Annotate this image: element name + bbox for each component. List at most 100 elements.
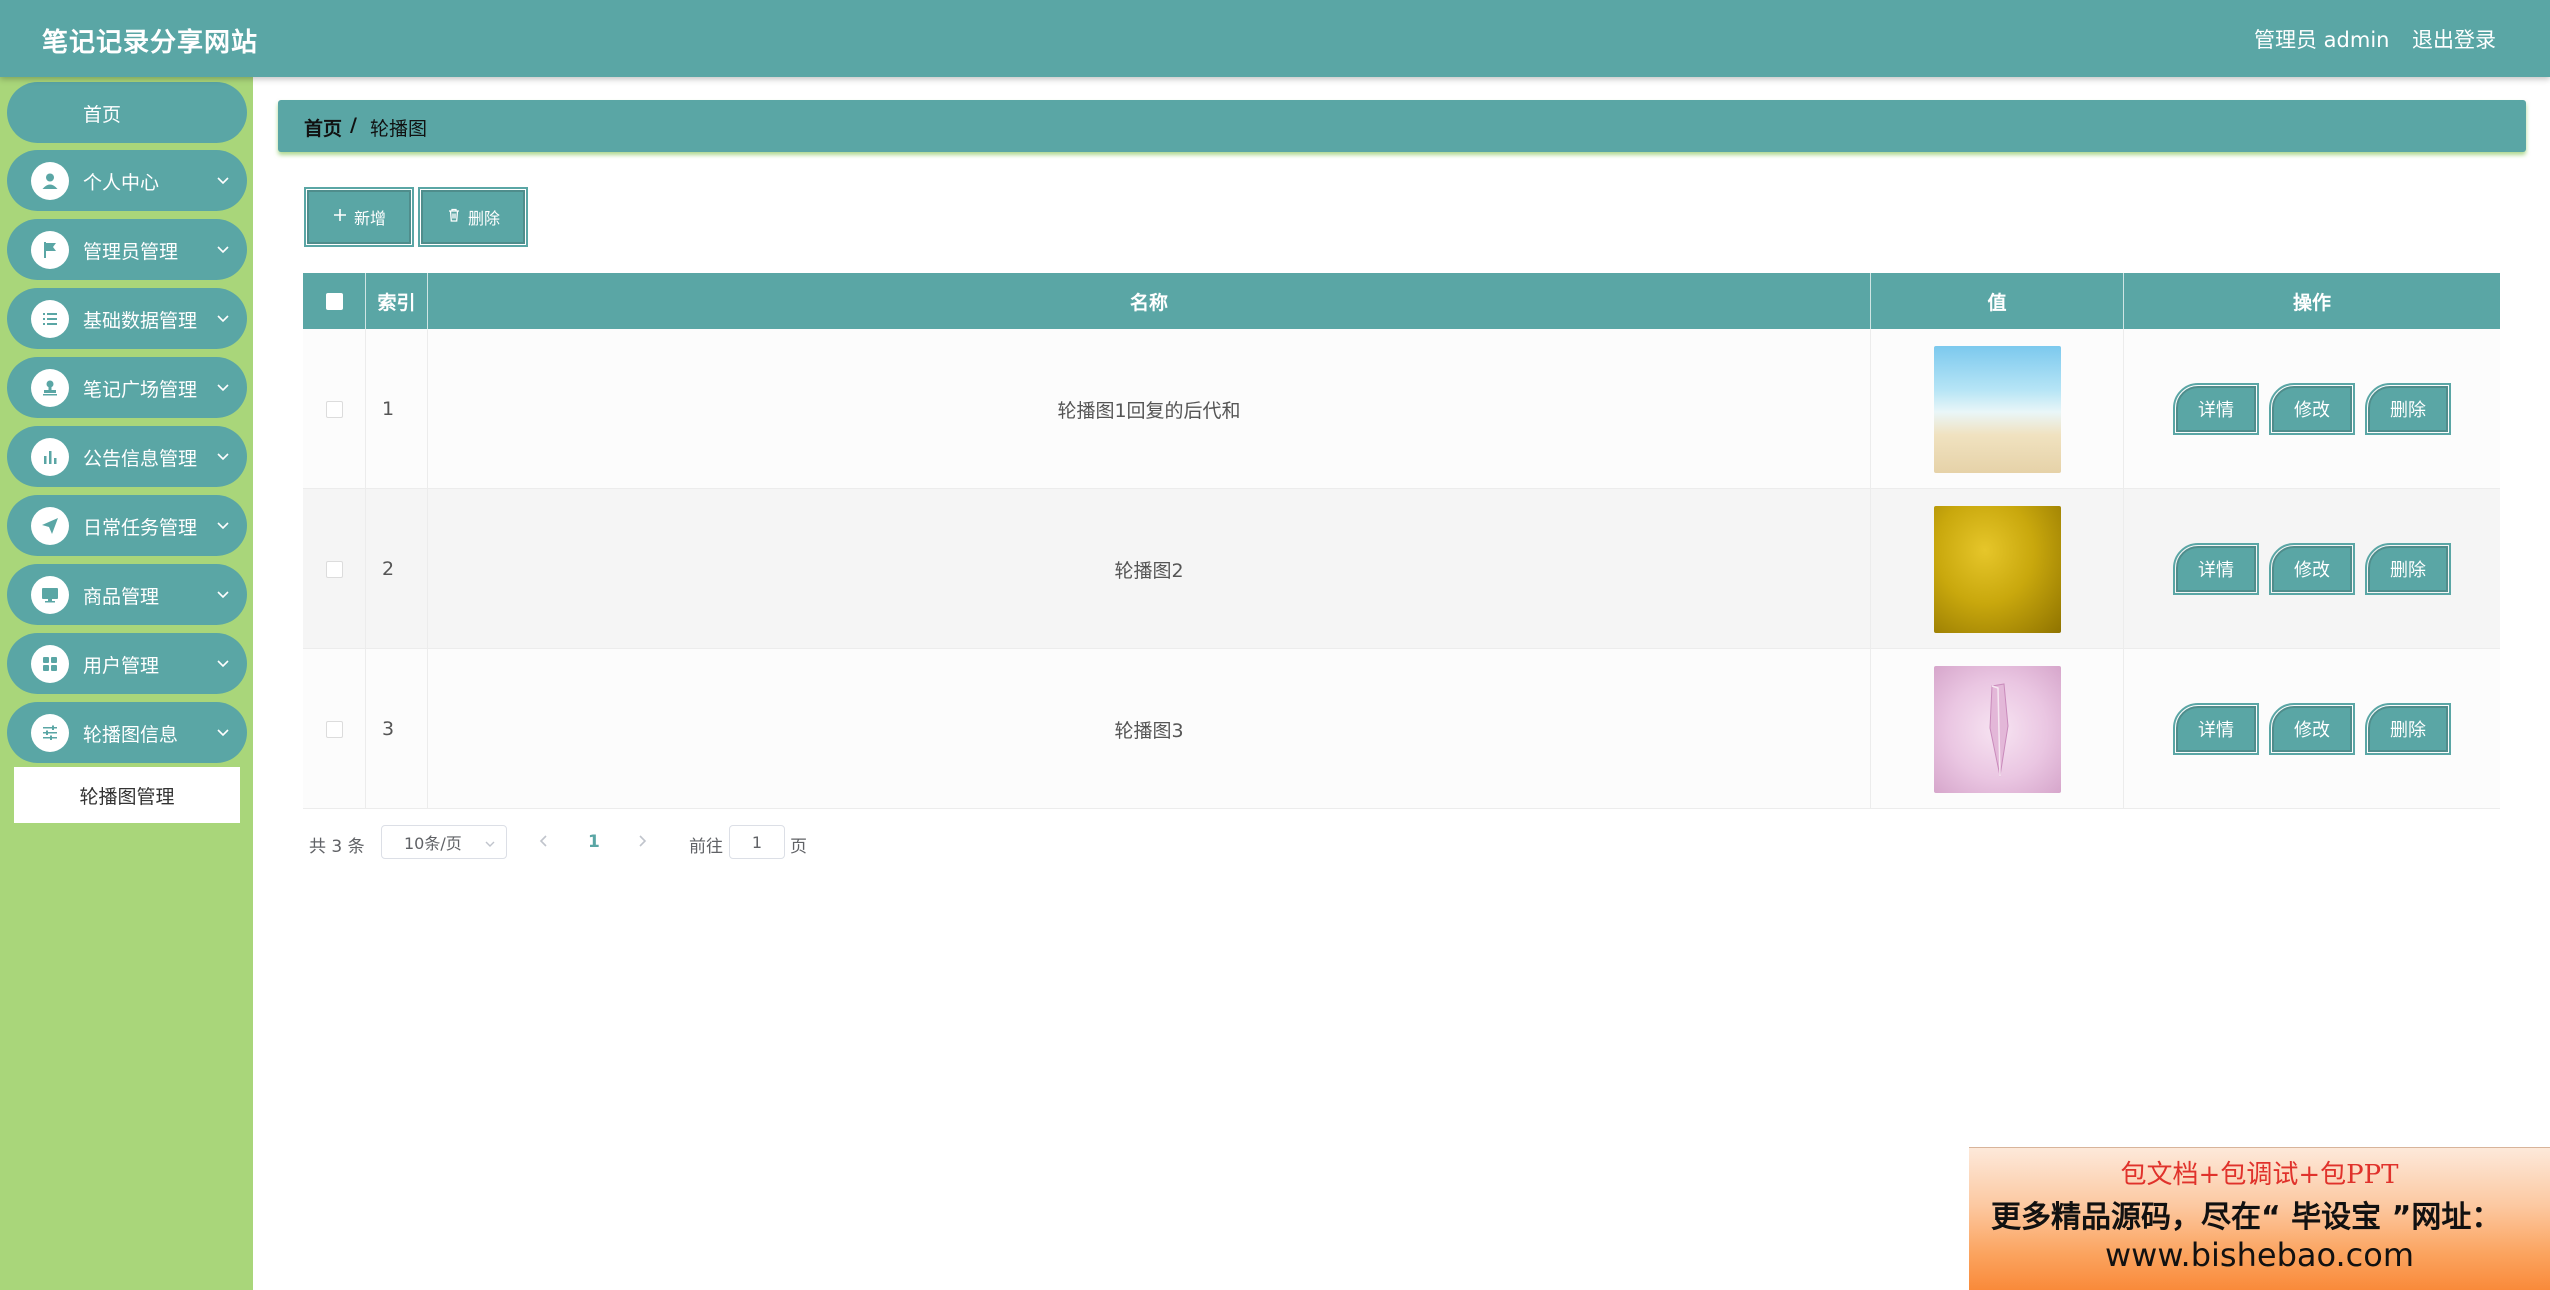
goto-page-input[interactable] [729,825,785,859]
next-page-button[interactable] [634,833,650,849]
flag-icon [31,231,69,269]
select-all-checkbox[interactable] [325,292,343,310]
row-index: 1 [366,329,428,489]
bar-chart-icon [31,438,69,476]
row-actions: 详情 修改 删除 [2124,649,2500,809]
sidebar: 首页 个人中心 管理员管理 基础数据管理 笔记广场管理 公告信息管理 日常任务管… [0,77,253,1290]
breadcrumb-separator: / [350,114,357,136]
sidebar-item-label: 日常任务管理 [83,517,198,539]
sidebar-item-announcement[interactable]: 公告信息管理 [7,426,247,487]
row-delete-button[interactable]: 删除 [2365,703,2451,755]
breadcrumb-home[interactable]: 首页 [304,114,342,141]
page-size-value: 10条/页 [404,834,462,853]
detail-button[interactable]: 详情 [2173,703,2259,755]
carousel-image-beach [1933,345,2061,473]
pagination-total: 共 3 条 [309,837,365,857]
chevron-down-icon [215,241,231,257]
row-checkbox[interactable] [325,560,343,578]
sidebar-item-products[interactable]: 商品管理 [7,564,247,625]
grid-icon [31,645,69,683]
submenu-item-carousel-management[interactable]: 轮播图管理 [14,767,240,823]
chevron-down-icon [215,724,231,740]
row-value [1871,329,2124,489]
sidebar-item-carousel-info[interactable]: 轮播图信息 [7,702,247,763]
row-actions: 详情 修改 删除 [2124,489,2500,649]
carousel-image-pink-crystal [1933,665,2061,793]
sidebar-item-label: 轮播图信息 [83,724,179,746]
chevron-down-icon [215,655,231,671]
chevron-down-icon [215,172,231,188]
sidebar-item-users[interactable]: 用户管理 [7,633,247,694]
page-suffix: 页 [790,837,807,857]
ad-line-3: www.bishebao.com [2104,1236,2415,1274]
sidebar-item-home[interactable]: 首页 [7,82,247,143]
table-row: 2 轮播图2 详情 修改 删除 [303,489,2500,649]
delete-button[interactable]: 删除 [418,187,528,247]
table-header: 索引 名称 值 操作 [303,273,2500,329]
chevron-left-icon [536,834,552,853]
add-button-label: 新增 [353,209,386,228]
detail-button[interactable]: 详情 [2173,543,2259,595]
ad-line-1: 包文档+包调试+包PPT [2120,1160,2399,1190]
row-select-cell [303,329,366,489]
row-name: 轮播图1回复的后代和 [428,329,1871,489]
row-checkbox[interactable] [325,720,343,738]
edit-button[interactable]: 修改 [2269,383,2355,435]
sidebar-item-label: 公告信息管理 [83,448,198,470]
header-value: 值 [1871,273,2124,329]
chevron-right-icon [634,834,650,853]
row-name: 轮播图3 [428,649,1871,809]
plus-icon [332,207,348,227]
chevron-down-icon [215,517,231,533]
ad-banner: 包文档+包调试+包PPT 更多精品源码，尽在“ 毕设宝 ”网址： www.bis… [1969,1147,2550,1290]
logout-link[interactable]: 退出登录 [2412,24,2496,54]
table-row: 1 轮播图1回复的后代和 详情 修改 删除 [303,329,2500,489]
breadcrumb: 首页 / 轮播图 [278,100,2526,152]
sidebar-item-label: 笔记广场管理 [83,379,198,401]
list-icon [31,300,69,338]
ad-line-2: 更多精品源码，尽在“ 毕设宝 ”网址： [1991,1200,2502,1235]
sidebar-item-label: 首页 [83,104,122,126]
header-name: 名称 [428,273,1871,329]
sidebar-item-label: 用户管理 [83,655,160,677]
sidebar-item-daily-tasks[interactable]: 日常任务管理 [7,495,247,556]
detail-button[interactable]: 详情 [2173,383,2259,435]
sidebar-item-label: 管理员管理 [83,241,179,263]
page-number-current[interactable]: 1 [588,832,600,852]
header-index: 索引 [366,273,428,329]
sidebar-item-label: 商品管理 [83,586,160,608]
sidebar-item-admin-management[interactable]: 管理员管理 [7,219,247,280]
monitor-icon [31,576,69,614]
row-select-cell [303,489,366,649]
trash-icon [446,207,462,227]
add-button[interactable]: 新增 [304,187,414,247]
user-icon [31,162,69,200]
stamp-icon [31,369,69,407]
table-row: 3 轮播图3 详情 修改 删除 [303,649,2500,809]
header-select-all [303,273,366,329]
delete-button-label: 删除 [467,209,500,228]
admin-label: 管理员 admin [2254,28,2390,52]
edit-button[interactable]: 修改 [2269,703,2355,755]
goto-label: 前往 [689,837,723,857]
edit-button[interactable]: 修改 [2269,543,2355,595]
chevron-down-icon [215,379,231,395]
top-bar: 笔记记录分享网站 管理员 admin 退出登录 [0,0,2550,77]
row-index: 3 [366,649,428,809]
row-checkbox[interactable] [325,400,343,418]
chevron-down-icon [215,586,231,602]
page-size-select[interactable]: 10条/页 [381,825,507,859]
row-index: 2 [366,489,428,649]
site-title: 笔记记录分享网站 [42,28,259,58]
row-value [1871,649,2124,809]
row-delete-button[interactable]: 删除 [2365,383,2451,435]
header-actions: 操作 [2292,291,2331,314]
sliders-icon [31,714,69,752]
prev-page-button[interactable] [536,833,552,849]
sidebar-item-note-square[interactable]: 笔记广场管理 [7,357,247,418]
sidebar-item-basic-data[interactable]: 基础数据管理 [7,288,247,349]
row-name: 轮播图2 [428,489,1871,649]
sidebar-item-personal-center[interactable]: 个人中心 [7,150,247,211]
chevron-down-icon [215,310,231,326]
row-delete-button[interactable]: 删除 [2365,543,2451,595]
